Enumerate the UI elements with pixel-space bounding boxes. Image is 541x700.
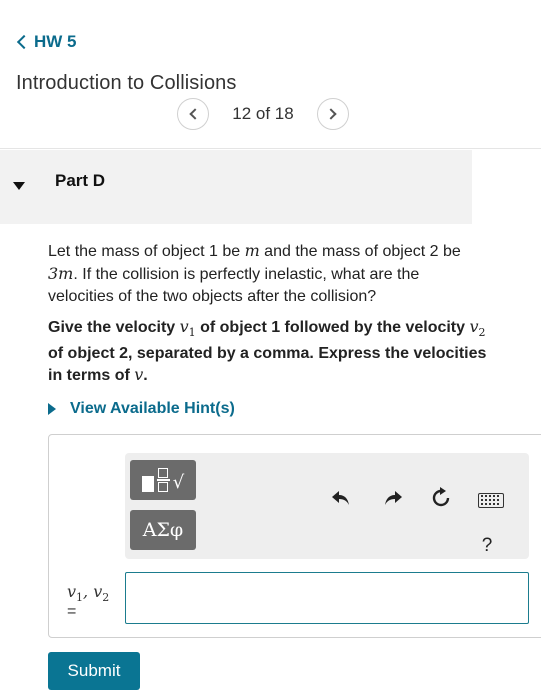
chevron-left-icon xyxy=(16,34,32,50)
keyboard-icon[interactable] xyxy=(477,487,505,513)
help-icon[interactable]: ? xyxy=(477,533,497,559)
part-label: Part D xyxy=(55,171,106,190)
question-pager: 12 of 18 xyxy=(177,98,349,130)
reset-icon[interactable] xyxy=(428,485,454,511)
answer-input[interactable] xyxy=(125,572,529,624)
chevron-right-icon xyxy=(325,108,337,120)
back-link-label: HW 5 xyxy=(34,32,77,51)
math-v1: v1 xyxy=(179,317,196,340)
next-question-button[interactable] xyxy=(317,98,349,130)
answer-equals: = xyxy=(67,603,77,620)
question-counter: 12 of 18 xyxy=(232,104,294,123)
math-v2: v2 xyxy=(469,317,486,340)
undo-icon[interactable] xyxy=(328,485,354,511)
math-3m: 3m xyxy=(48,264,74,283)
hint-label: View Available Hint(s) xyxy=(70,400,235,417)
previous-question-button[interactable] xyxy=(177,98,209,130)
view-hints-toggle[interactable]: View Available Hint(s) xyxy=(48,398,235,420)
answer-panel: √ ΑΣφ ? v1, v2 = xyxy=(48,434,541,638)
collapse-triangle-icon xyxy=(13,181,25,190)
chevron-left-icon xyxy=(189,108,201,120)
templates-icon: √ xyxy=(141,468,184,492)
redo-icon[interactable] xyxy=(380,485,406,511)
back-to-hw-link[interactable]: HW 5 xyxy=(16,30,77,54)
question-text: Let the mass of object 1 be m and the ma… xyxy=(48,241,461,305)
symbols-button[interactable]: ΑΣφ xyxy=(130,510,196,550)
answer-instructions: Give the velocity v1 of object 1 followe… xyxy=(48,317,487,385)
expand-triangle-icon xyxy=(48,403,56,415)
header-divider xyxy=(0,148,541,149)
submit-button[interactable]: Submit xyxy=(48,652,140,690)
page-title: Introduction to Collisions xyxy=(16,72,237,94)
templates-button[interactable]: √ xyxy=(130,460,196,500)
part-d-header[interactable]: Part D xyxy=(0,150,472,224)
math-m: m xyxy=(244,241,260,260)
math-toolbar: √ ΑΣφ ? xyxy=(125,453,529,559)
math-v: v xyxy=(134,365,144,385)
